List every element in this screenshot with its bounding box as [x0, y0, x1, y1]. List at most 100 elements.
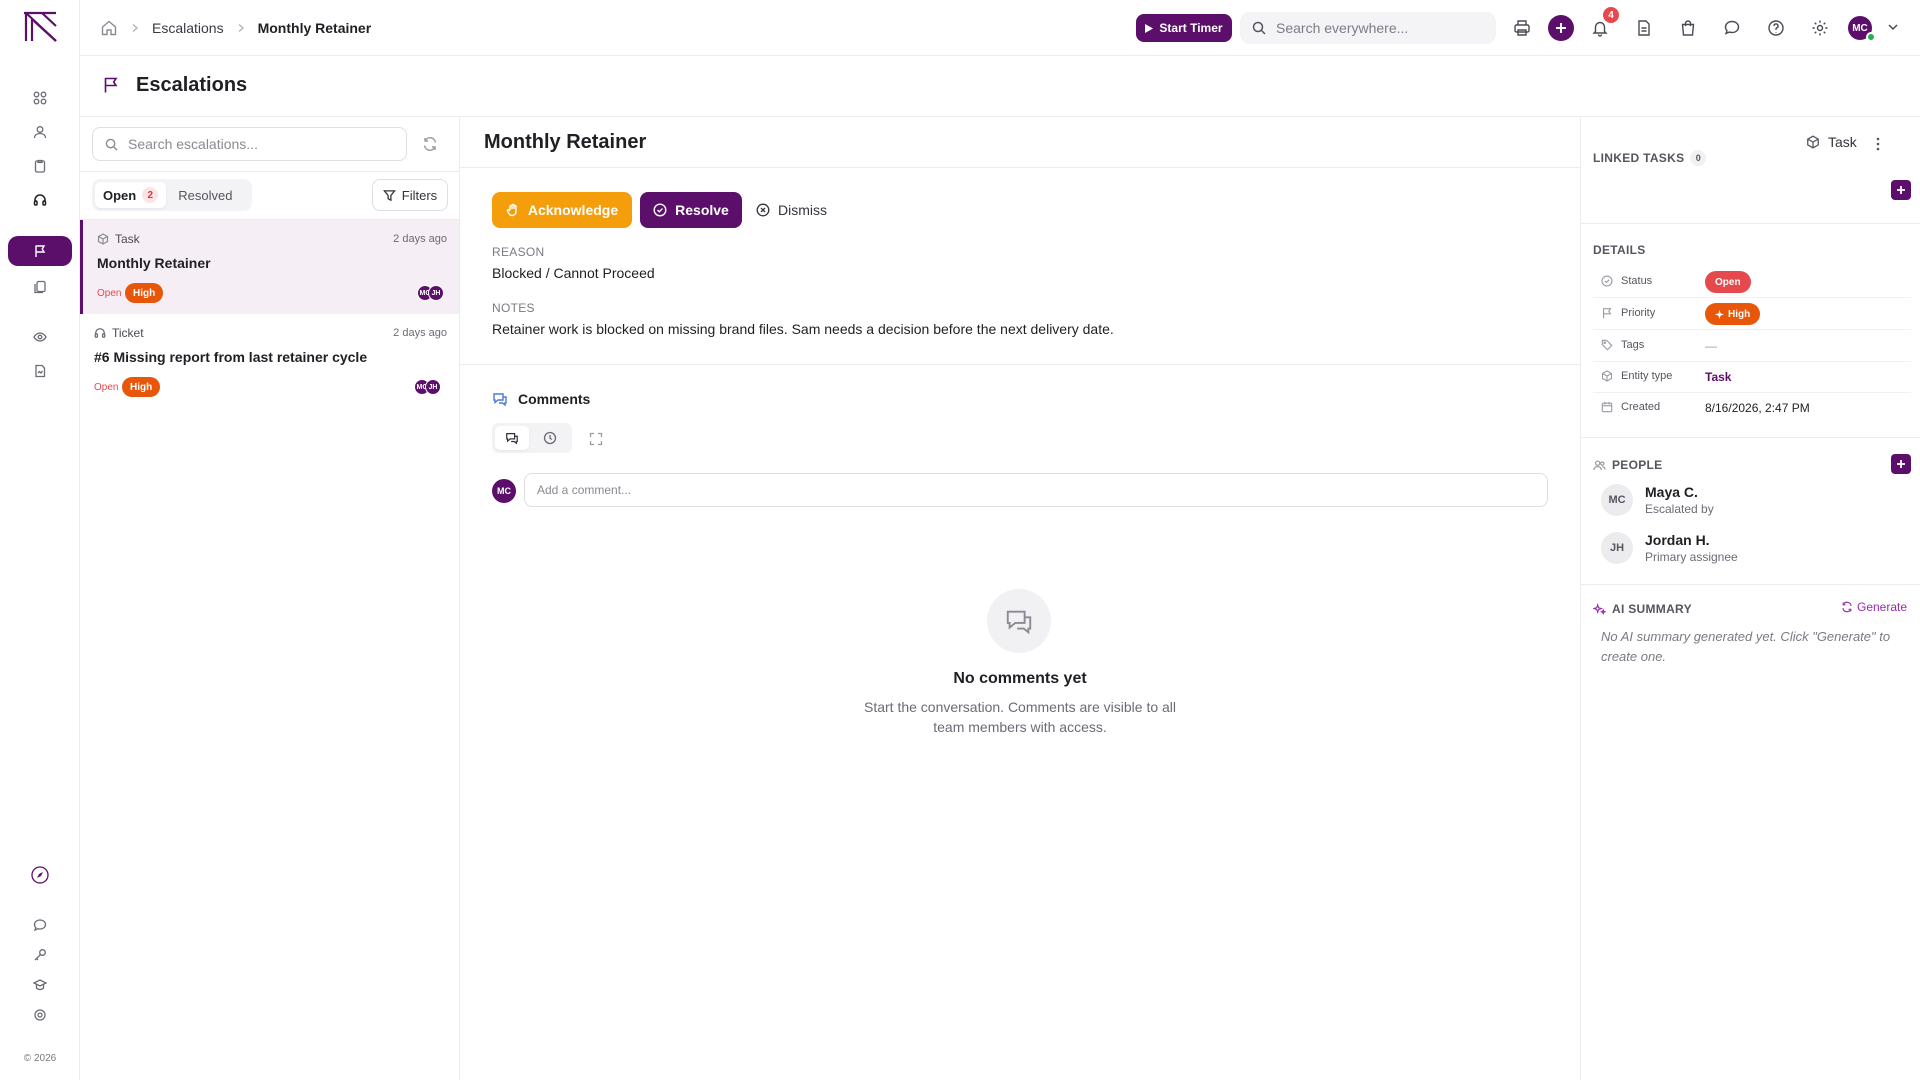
empty-comments-title: No comments yet — [953, 670, 1087, 687]
left-rail: © 2026 — [0, 0, 80, 1080]
headset-icon[interactable] — [29, 189, 51, 211]
shopping-bag-icon[interactable] — [1676, 16, 1700, 40]
documents-icon[interactable] — [29, 276, 51, 298]
list-item[interactable]: Task 2 days ago Monthly Retainer Open Hi… — [80, 220, 459, 314]
priority-badge[interactable]: High — [1705, 303, 1761, 325]
person-item[interactable]: MC Maya C. Escalated by — [1601, 480, 1901, 520]
ai-summary-heading: AI SUMMARY — [1593, 602, 1692, 616]
divider — [1581, 584, 1920, 585]
escalation-search[interactable] — [92, 127, 407, 161]
resolve-button[interactable]: Resolve — [640, 192, 742, 228]
filters-label: Filters — [401, 187, 438, 203]
eye-icon[interactable] — [29, 326, 51, 348]
list-item-title: #6 Missing report from last retainer cyc… — [94, 349, 368, 365]
users-icon — [1593, 459, 1606, 470]
graduation-cap-icon[interactable] — [29, 974, 51, 996]
spark-icon — [1715, 309, 1724, 319]
history-view-tab[interactable] — [533, 426, 567, 450]
status-text: Open — [97, 288, 122, 299]
online-status-dot — [1866, 32, 1876, 42]
list-item-time: 2 days ago — [393, 327, 447, 339]
chevron-right-icon — [130, 23, 140, 33]
comments-icon — [493, 393, 507, 407]
home-icon[interactable] — [100, 19, 118, 37]
empty-comments-subtitle: Start the conversation. Comments are vis… — [863, 699, 1177, 735]
key-icon[interactable] — [29, 944, 51, 966]
open-count-badge: 2 — [142, 187, 159, 203]
tags-key: Tags — [1621, 339, 1645, 351]
cube-icon — [1601, 370, 1613, 382]
search-icon — [1252, 21, 1266, 35]
check-circle-icon — [653, 203, 667, 217]
tags-value[interactable]: — — [1705, 339, 1717, 353]
global-search-input[interactable] — [1276, 20, 1476, 36]
acknowledge-button[interactable]: Acknowledge — [492, 192, 632, 228]
comments-icon — [506, 433, 518, 445]
status-badge[interactable]: Open — [1705, 271, 1751, 293]
check-circle-icon — [1601, 275, 1613, 287]
chevron-down-icon[interactable] — [1886, 20, 1900, 34]
detail-row-created: Created 8/16/2026, 2:47 PM — [1593, 393, 1911, 424]
resolve-label: Resolve — [675, 202, 729, 218]
add-linked-task-button[interactable] — [1891, 180, 1911, 200]
linked-tasks-count: 0 — [1690, 150, 1707, 166]
entity-type-value[interactable]: Task — [1705, 370, 1731, 384]
reason-label: REASON — [492, 245, 545, 259]
plus-icon — [1556, 23, 1566, 33]
status-tabs: Open 2 Resolved — [92, 179, 252, 211]
tab-open[interactable]: Open 2 — [95, 182, 167, 208]
plus-icon — [1897, 460, 1905, 468]
avatar-stack: MC JH — [417, 285, 444, 301]
app-logo[interactable] — [22, 11, 58, 43]
ai-summary-empty-text: No AI summary generated yet. Click "Gene… — [1601, 629, 1891, 664]
list-item[interactable]: Ticket 2 days ago #6 Missing report from… — [80, 314, 459, 408]
list-item-type-label: Task — [115, 232, 140, 246]
top-bar: Escalations Monthly Retainer Start Timer… — [80, 0, 1920, 56]
comments-view-toggle — [492, 423, 572, 453]
settings-icon[interactable] — [29, 1004, 51, 1026]
divider — [460, 364, 1580, 365]
refresh-icon — [1842, 601, 1852, 613]
filters-button[interactable]: Filters — [372, 179, 448, 211]
start-timer-button[interactable]: Start Timer — [1136, 14, 1232, 42]
dashboard-icon[interactable] — [29, 87, 51, 109]
help-icon[interactable] — [1764, 16, 1788, 40]
expand-icon[interactable] — [589, 432, 603, 446]
headset-icon — [94, 328, 106, 338]
printer-icon[interactable] — [1510, 16, 1534, 40]
file-icon[interactable] — [1632, 16, 1656, 40]
global-search[interactable] — [1240, 12, 1496, 44]
tab-resolved[interactable]: Resolved — [170, 182, 240, 208]
detail-row-tags: Tags — — [1593, 331, 1911, 362]
people-heading: PEOPLE — [1593, 458, 1662, 472]
comments-view-tab[interactable] — [495, 426, 529, 450]
user-icon[interactable] — [29, 121, 51, 143]
escalation-search-input[interactable] — [128, 136, 378, 152]
detail-row-entity-type: Entity type Task — [1593, 362, 1911, 393]
report-icon[interactable] — [29, 360, 51, 382]
empty-comments-icon — [987, 589, 1051, 653]
chat-icon[interactable] — [29, 914, 51, 936]
people-title: PEOPLE — [1612, 458, 1663, 472]
reason-value: Blocked / Cannot Proceed — [492, 265, 655, 281]
priority-key: Priority — [1621, 307, 1656, 319]
gear-icon[interactable] — [1808, 16, 1832, 40]
sparkles-icon — [1593, 602, 1606, 615]
refresh-icon[interactable] — [422, 136, 438, 152]
rocket-icon[interactable] — [29, 864, 51, 886]
flag-icon — [102, 76, 120, 94]
person-item[interactable]: JH Jordan H. Primary assignee — [1601, 528, 1901, 568]
linked-tasks-title: LINKED TASKS — [1593, 151, 1685, 165]
quick-add-button[interactable] — [1548, 15, 1574, 41]
clipboard-icon[interactable] — [29, 155, 51, 177]
dismiss-button[interactable]: Dismiss — [756, 192, 827, 228]
comment-input[interactable] — [524, 473, 1548, 507]
tag-icon — [1601, 339, 1613, 351]
detail-row-priority: Priority High — [1593, 299, 1911, 330]
message-icon[interactable] — [1720, 16, 1744, 40]
ai-summary-title: AI SUMMARY — [1612, 602, 1692, 616]
generate-button[interactable]: Generate — [1841, 600, 1907, 614]
escalations-nav-item[interactable] — [8, 236, 72, 266]
add-person-button[interactable] — [1891, 454, 1911, 474]
breadcrumb-escalations[interactable]: Escalations — [152, 20, 224, 36]
